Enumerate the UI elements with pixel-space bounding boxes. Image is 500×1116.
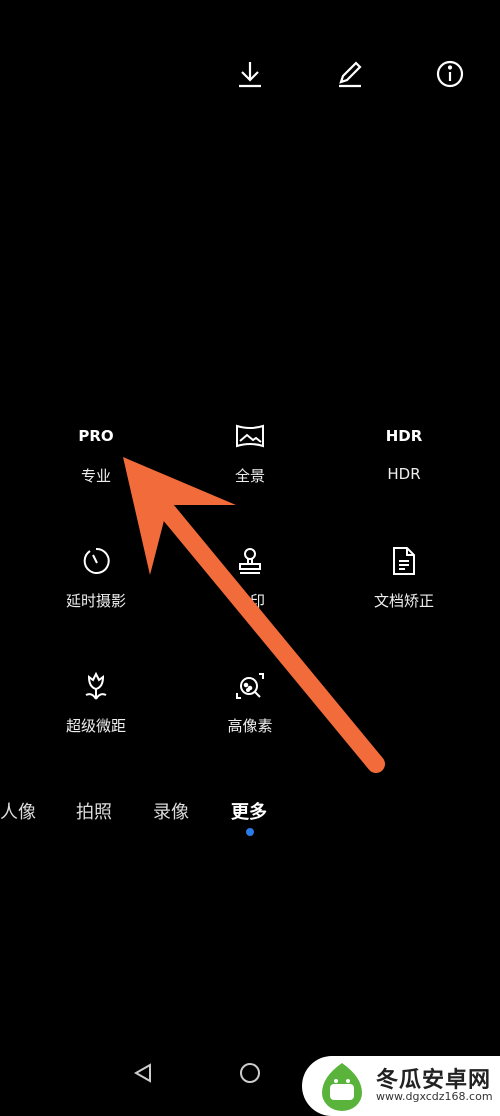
tab-photo[interactable]: 拍照: [76, 798, 112, 824]
annotation-arrow: [123, 457, 385, 773]
watermark-url: www.dgxcdz168.com: [376, 1090, 493, 1103]
tab-video[interactable]: 录像: [153, 798, 189, 824]
tab-more[interactable]: 更多: [231, 798, 267, 824]
android-logo-icon: [322, 1063, 362, 1111]
active-tab-indicator: [246, 828, 254, 836]
watermark-logo: 冬瓜安卓网 www.dgxcdz168.com: [302, 1056, 500, 1116]
tab-portrait[interactable]: 人像: [0, 798, 36, 824]
home-icon[interactable]: [239, 1062, 261, 1084]
back-icon[interactable]: [132, 1062, 154, 1084]
